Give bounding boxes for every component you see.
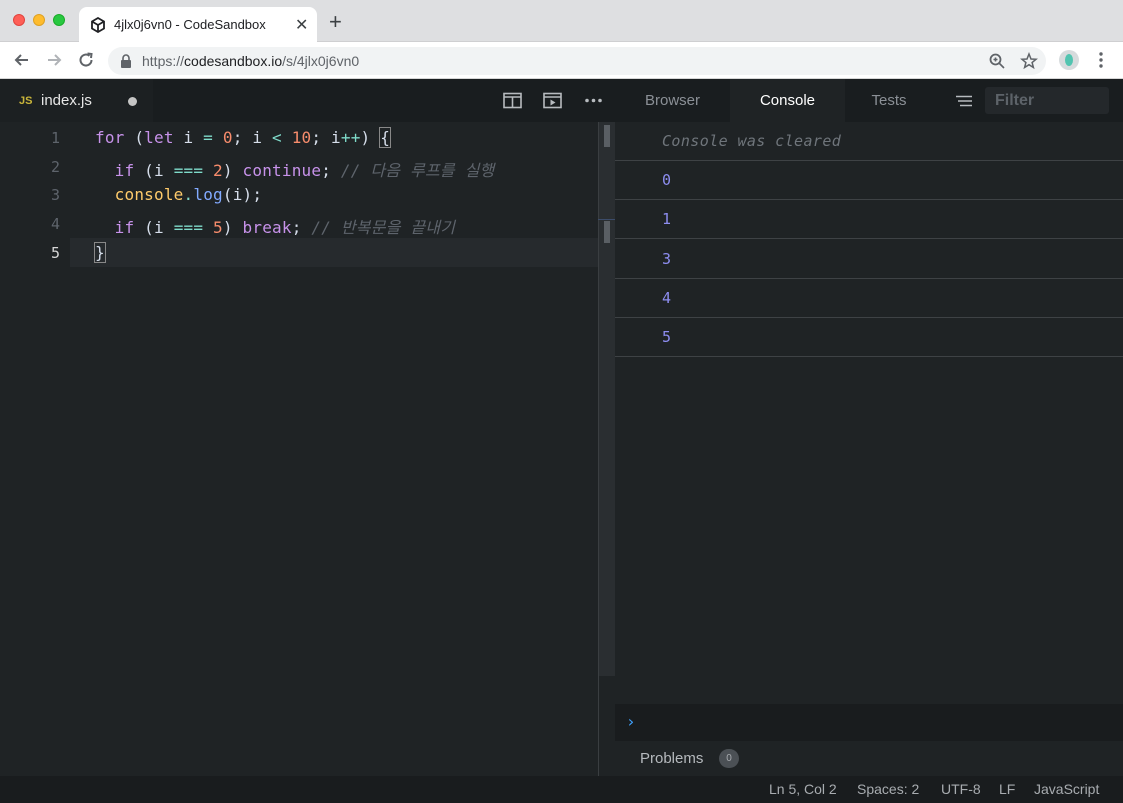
url-bar[interactable]: https://codesandbox.io/s/4jlx0j6vn0 <box>108 47 1046 75</box>
problems-count-badge: 0 <box>719 749 739 768</box>
console-log-row: 4 <box>615 279 1123 318</box>
console-log-value: 5 <box>662 328 672 346</box>
console-log-value: 0 <box>662 171 672 189</box>
tab-title: 4jlx0j6vn0 - CodeSandbox <box>114 17 266 32</box>
address-toolbar: https://codesandbox.io/s/4jlx0j6vn0 <box>0 42 1123 79</box>
console-cleared-message: Console was cleared <box>662 132 842 150</box>
bookmark-star-icon[interactable] <box>1020 52 1038 70</box>
matching-bracket-close: } <box>94 242 106 263</box>
codesandbox-cube-icon <box>91 17 105 33</box>
close-window-button[interactable] <box>13 14 25 26</box>
problems-bar[interactable]: Problems 0 <box>615 741 1123 776</box>
more-horizontal-icon[interactable] <box>584 92 603 109</box>
code-line-2[interactable]: if (i === 2) continue; // 다음 루프를 실행 <box>95 157 495 181</box>
cursor-position[interactable]: Ln 5, Col 2 <box>769 781 837 797</box>
console-log-row: 0 <box>615 161 1123 200</box>
file-tab-index-js[interactable]: JS index.js <box>0 79 153 122</box>
tab-console[interactable]: Console <box>730 79 845 122</box>
console-prompt-icon: › <box>626 712 636 731</box>
console-filter-input[interactable]: Filter <box>985 87 1109 114</box>
tab-tests[interactable]: Tests <box>845 79 933 122</box>
console-log-value: 4 <box>662 289 672 307</box>
scrollbar-thumb[interactable] <box>604 125 610 147</box>
code-editor[interactable]: 1 2 3 4 5 for (let i = 0; i < 10; i++) {… <box>0 122 598 776</box>
console-input[interactable]: › <box>615 704 1123 741</box>
scrollbar-cursor-marker <box>604 221 610 243</box>
code-line-4[interactable]: if (i === 5) break; // 반복문을 끝내기 <box>95 214 455 238</box>
unsaved-indicator[interactable] <box>128 97 137 106</box>
split-view-icon[interactable] <box>503 92 522 109</box>
overview-ruler-line <box>598 219 615 220</box>
line-number: 4 <box>50 215 60 233</box>
editor-tab-bar: JS index.js <box>0 79 615 122</box>
more-options-icon[interactable] <box>1093 50 1109 70</box>
console-log-row: 5 <box>615 318 1123 357</box>
problems-label[interactable]: Problems <box>640 750 703 767</box>
language-mode[interactable]: JavaScript <box>1034 781 1099 797</box>
matching-bracket-open: { <box>379 127 392 148</box>
editor-scrollbar[interactable] <box>598 122 615 676</box>
console-log-value: 3 <box>662 250 672 268</box>
line-ending-setting[interactable]: LF <box>999 781 1015 797</box>
back-arrow-icon[interactable] <box>12 50 32 70</box>
zoom-window-button[interactable] <box>53 14 65 26</box>
editor-minimap-strip <box>598 676 615 776</box>
close-tab-icon[interactable]: ✕ <box>295 15 308 35</box>
status-bar: Ln 5, Col 2 Spaces: 2 UTF-8 LF JavaScrip… <box>0 776 1123 803</box>
line-number: 2 <box>50 158 60 176</box>
preview-tab-bar: Browser Console Tests Filter <box>615 79 1123 122</box>
line-number-active: 5 <box>50 244 60 262</box>
browser-tab[interactable]: 4jlx0j6vn0 - CodeSandbox ✕ <box>79 7 317 43</box>
console-log-row: 1 <box>615 200 1123 239</box>
lock-icon <box>121 54 131 68</box>
code-line-5[interactable]: } <box>94 242 106 263</box>
file-tab-label: index.js <box>41 92 92 109</box>
preview-icon[interactable] <box>543 92 562 109</box>
line-number: 1 <box>50 129 60 147</box>
clear-console-icon[interactable] <box>955 95 973 107</box>
javascript-file-icon: JS <box>19 95 33 107</box>
encoding-setting[interactable]: UTF-8 <box>941 781 981 797</box>
forward-arrow-icon[interactable] <box>44 50 64 70</box>
line-number: 3 <box>50 186 60 204</box>
console-cleared-row: Console was cleared <box>615 122 1123 161</box>
indentation-setting[interactable]: Spaces: 2 <box>857 781 919 797</box>
browser-titlebar: 4jlx0j6vn0 - CodeSandbox ✕ + <box>0 0 1123 43</box>
code-line-3[interactable]: console.log(i); <box>95 185 262 204</box>
minimize-window-button[interactable] <box>33 14 45 26</box>
profile-avatar[interactable] <box>1059 50 1079 70</box>
tab-browser[interactable]: Browser <box>615 79 730 122</box>
new-tab-button[interactable]: + <box>329 11 342 33</box>
code-line-1[interactable]: for (let i = 0; i < 10; i++) { <box>95 127 392 148</box>
console-log-row: 3 <box>615 240 1123 279</box>
reload-icon[interactable] <box>76 50 96 70</box>
current-line-highlight <box>70 238 598 267</box>
console-log-value: 1 <box>662 210 672 228</box>
url-text: https://codesandbox.io/s/4jlx0j6vn0 <box>142 53 360 69</box>
zoom-icon[interactable] <box>988 52 1006 70</box>
console-output: Console was cleared 0 1 3 4 5 <box>615 122 1123 704</box>
